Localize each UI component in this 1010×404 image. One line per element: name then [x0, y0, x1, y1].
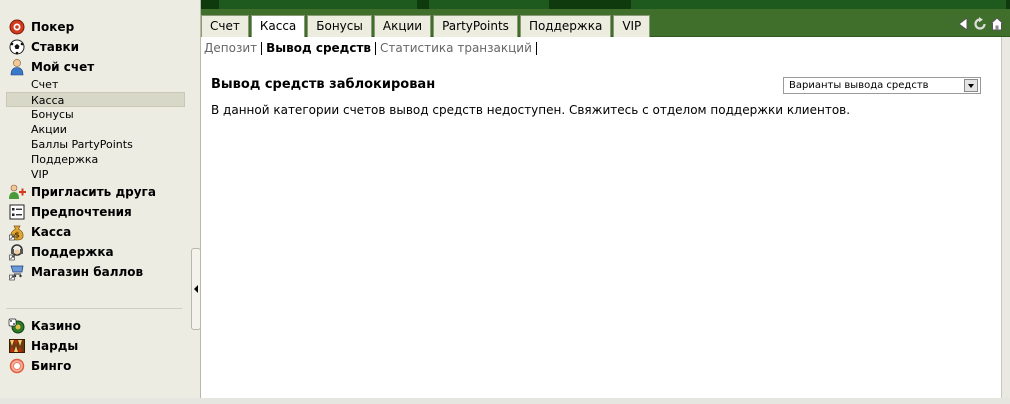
money-bag-icon: $ — [8, 223, 26, 241]
tab-vip[interactable]: VIP — [613, 15, 651, 37]
svg-text:$: $ — [14, 231, 20, 240]
sidebar-item-cashier[interactable]: $ Касса — [0, 222, 190, 242]
withdrawal-options-select[interactable]: Варианты вывода средств — [783, 77, 981, 94]
info-message: В данной категории счетов вывод средств … — [211, 103, 851, 117]
tab-cashier[interactable]: Касса — [250, 15, 306, 38]
tab-bonuses[interactable]: Бонусы — [307, 15, 372, 37]
invite-friend-icon — [8, 183, 26, 201]
main-panel: Депозит Вывод средств Статистика транзак… — [201, 37, 1002, 398]
select-value: Варианты вывода средств — [789, 80, 929, 91]
support-icon — [8, 243, 26, 261]
sidebar-item-my-account[interactable]: Мой счет — [0, 57, 190, 77]
user-icon — [8, 58, 26, 76]
poker-chip-icon — [8, 18, 26, 36]
sidebar-sub-vip[interactable]: VIP — [0, 167, 190, 182]
sidebar-item-label: Магазин баллов — [31, 265, 144, 279]
subtab-transaction-history[interactable]: Статистика транзакций — [379, 41, 533, 55]
sidebar-item-bingo[interactable]: Бинго — [0, 356, 190, 376]
sidebar-item-casino[interactable]: Казино — [0, 316, 190, 336]
sidebar-sub-partypoints[interactable]: Баллы PartyPoints — [0, 137, 190, 152]
collapse-arrow-icon — [194, 285, 198, 293]
backgammon-icon — [8, 337, 26, 355]
sidebar-item-label: Ставки — [31, 40, 80, 54]
sidebar-item-label: Касса — [31, 225, 72, 239]
preferences-icon — [8, 203, 26, 221]
sidebar-item-backgammon[interactable]: Нарды — [0, 336, 190, 356]
chevron-down-icon[interactable] — [964, 79, 978, 92]
page-title: Вывод средств заблокирован — [211, 77, 436, 92]
sidebar-item-label: Бинго — [31, 359, 72, 373]
sidebar-sub-bonuses[interactable]: Бонусы — [0, 107, 190, 122]
bingo-icon — [8, 357, 26, 375]
sidebar-item-betting[interactable]: Ставки — [0, 37, 190, 57]
sidebar-collapse-handle[interactable] — [191, 248, 201, 330]
subtab-separator — [375, 41, 377, 55]
sidebar-item-label: Мой счет — [31, 60, 95, 74]
subtab-separator — [535, 41, 537, 55]
sidebar-item-label: Поддержка — [31, 245, 114, 259]
tab-bar-tools — [956, 16, 1004, 32]
header-segment — [429, 0, 549, 9]
main-tabs: Счет Касса Бонусы Акции PartyPoints Подд… — [201, 15, 652, 38]
soccer-ball-icon — [8, 38, 26, 56]
sidebar-item-support[interactable]: Поддержка — [0, 242, 190, 262]
sidebar-sub-account[interactable]: Счет — [0, 77, 190, 92]
subtab-separator — [261, 41, 263, 55]
subtab-deposit[interactable]: Депозит — [203, 41, 258, 55]
tab-partypoints[interactable]: PartyPoints — [433, 15, 518, 37]
sidebar-item-poker[interactable]: Покер — [0, 17, 190, 37]
refresh-icon[interactable] — [973, 16, 987, 32]
sidebar-item-preferences[interactable]: Предпочтения — [0, 202, 190, 222]
home-icon[interactable] — [990, 16, 1004, 32]
sidebar-sub-support[interactable]: Поддержка — [0, 152, 190, 167]
header-segment — [219, 0, 417, 9]
sidebar-bottom-nav: Казино Нарды Бинго — [0, 316, 190, 376]
casino-icon — [8, 317, 26, 335]
subtab-withdrawal[interactable]: Вывод средств — [265, 41, 372, 55]
bottom-border — [0, 398, 1010, 404]
back-icon[interactable] — [956, 16, 970, 32]
sidebar-divider — [6, 308, 182, 309]
sidebar-item-points-shop[interactable]: Магазин баллов — [0, 262, 190, 282]
tab-support[interactable]: Поддержка — [519, 15, 612, 37]
points-shop-icon — [8, 263, 26, 281]
tab-promotions[interactable]: Акции — [373, 15, 432, 37]
cashier-subtabs: Депозит Вывод средств Статистика транзак… — [203, 41, 540, 55]
sidebar-item-label: Нарды — [31, 339, 79, 353]
tab-account[interactable]: Счет — [201, 15, 249, 37]
sidebar-item-label: Покер — [31, 20, 75, 34]
sidebar-sub-cashier[interactable]: Касса — [6, 92, 185, 107]
sidebar-nav: Покер Ставки Мой счет Счет Касса Бонусы … — [0, 17, 190, 282]
header-segment — [631, 0, 1006, 9]
sidebar-sub-promotions[interactable]: Акции — [0, 122, 190, 137]
sidebar: Покер Ставки Мой счет Счет Касса Бонусы … — [0, 0, 201, 398]
tab-bar: Счет Касса Бонусы Акции PartyPoints Подд… — [201, 9, 1010, 38]
sidebar-item-label: Предпочтения — [31, 205, 132, 219]
sidebar-item-label: Пригласить друга — [31, 185, 156, 199]
sidebar-item-label: Казино — [31, 319, 81, 333]
sidebar-item-invite-friend[interactable]: Пригласить друга — [0, 182, 190, 202]
